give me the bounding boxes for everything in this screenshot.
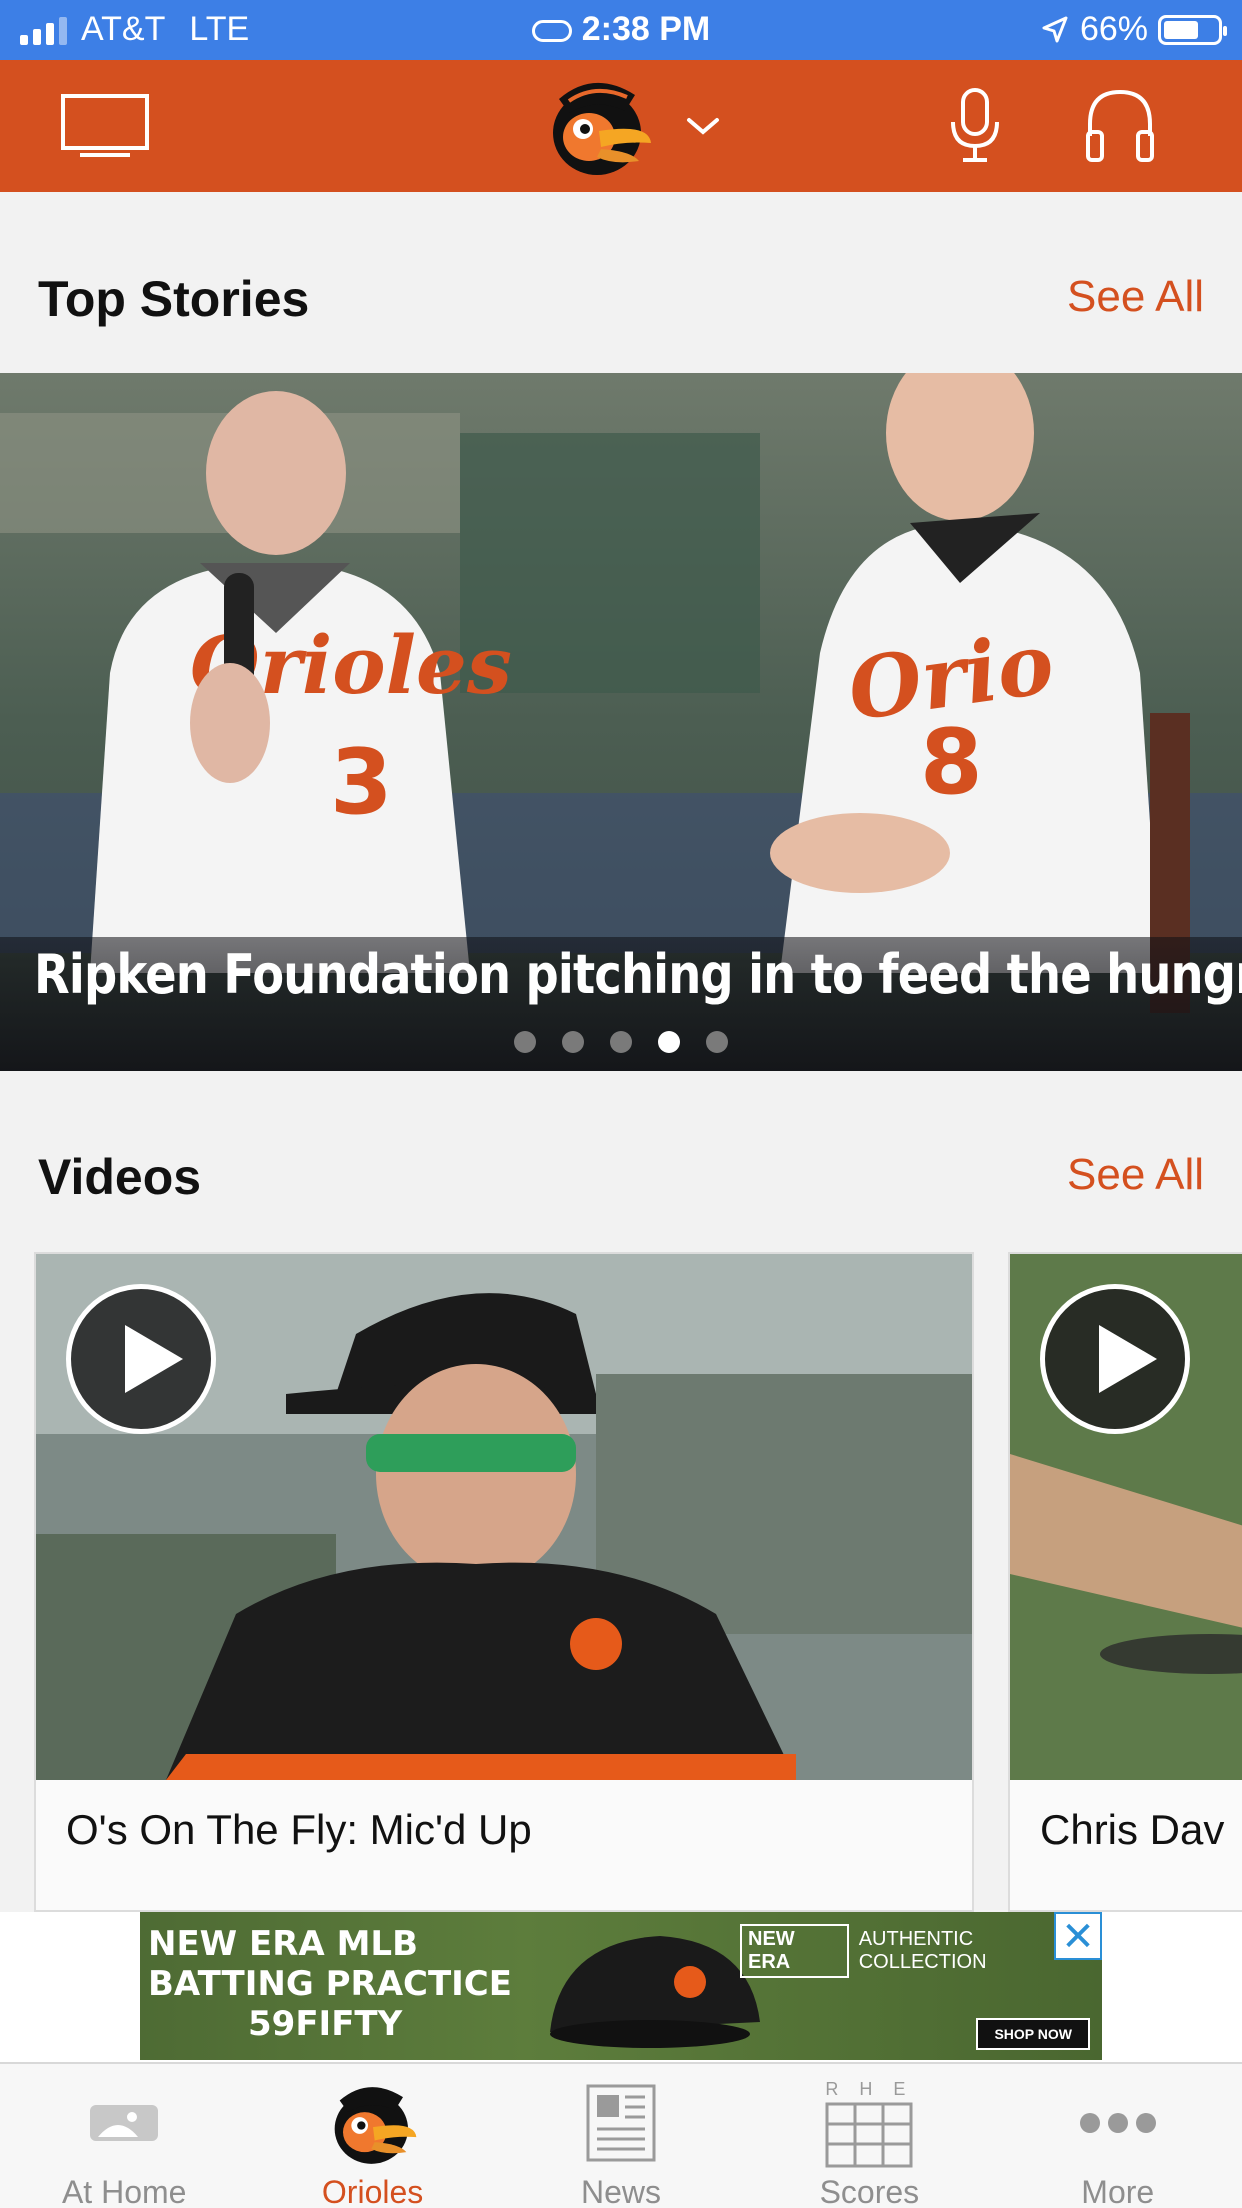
- ad-close-button[interactable]: ✕: [1054, 1912, 1102, 1960]
- status-bar: AT&T LTE 2:38 PM 66%: [0, 0, 1242, 60]
- team-selector[interactable]: [520, 60, 740, 192]
- video-thumbnail: [1010, 1254, 1242, 1780]
- videos-see-all-link[interactable]: See All: [1067, 1150, 1204, 1200]
- video-title: O's On The Fly: Mic'd Up: [66, 1806, 532, 1853]
- videos-title: Videos: [38, 1149, 202, 1205]
- tab-at-home[interactable]: At Home: [0, 2064, 248, 2208]
- ad-shop-now-button[interactable]: SHOP NOW: [976, 2018, 1090, 2050]
- status-right: 66%: [1040, 10, 1227, 49]
- ad-banner-container: NEW ERA MLB BATTING PRACTICE 59FIFTY NEW…: [0, 1912, 1242, 2062]
- ad-line-1: NEW ERA MLB: [148, 1924, 418, 1964]
- top-story-hero[interactable]: Orioles 3 Orio 8 Ripken Foundation pitch…: [0, 373, 1242, 1071]
- videos-header: Videos See All: [0, 1128, 1242, 1218]
- battery-fill: [1164, 20, 1199, 39]
- hero-caption: Ripken Foundation pitching in to feed th…: [0, 937, 1242, 1071]
- top-stories-header: Top Stories See All: [0, 250, 1242, 340]
- top-stories-see-all-link[interactable]: See All: [1067, 272, 1204, 322]
- tab-more[interactable]: More: [994, 2064, 1242, 2208]
- tab-orioles[interactable]: Orioles: [248, 2064, 496, 2208]
- ad-headline: NEW ERA MLB BATTING PRACTICE 59FIFTY: [148, 1924, 512, 2044]
- carousel-dot[interactable]: [658, 1031, 680, 1053]
- hero-headline: Ripken Foundation pitching in to feed th…: [34, 943, 1242, 1006]
- tab-news[interactable]: News: [497, 2064, 745, 2208]
- app-header: [0, 60, 1242, 192]
- tab-label: Scores: [819, 2174, 920, 2208]
- personal-hotspot-icon: [531, 20, 572, 43]
- carousel-dot[interactable]: [706, 1031, 728, 1053]
- carousel-dot[interactable]: [562, 1031, 584, 1053]
- scoreboard-rhe-label: R H E: [825, 2078, 914, 2099]
- ad-banner[interactable]: NEW ERA MLB BATTING PRACTICE 59FIFTY NEW…: [140, 1912, 1102, 2060]
- video-card[interactable]: Chris Dav: [1008, 1252, 1242, 1912]
- mlb-logo-icon: [0, 2078, 248, 2168]
- top-stories-title: Top Stories: [38, 271, 310, 327]
- tab-label: News: [580, 2174, 661, 2208]
- time-label: 2:38 PM: [581, 10, 711, 48]
- chevron-down-icon: [687, 118, 719, 135]
- tab-label: More: [1081, 2174, 1155, 2208]
- ad-line-3: 59FIFTY: [248, 2004, 403, 2044]
- tab-label: Orioles: [321, 2174, 424, 2208]
- scoreboard-icon: R H E: [745, 2078, 993, 2168]
- video-title: Chris Dav: [1040, 1806, 1225, 1853]
- video-thumbnail: [36, 1254, 972, 1780]
- video-card[interactable]: O's On The Fly: Mic'd Up: [34, 1252, 974, 1912]
- orioles-logo-icon: [248, 2078, 496, 2168]
- battery-icon: [1158, 14, 1227, 45]
- audio-button[interactable]: [1070, 60, 1170, 192]
- ad-line-2: BATTING PRACTICE: [148, 1964, 512, 2004]
- carousel-page-indicator[interactable]: [0, 1031, 1242, 1053]
- carousel-dot[interactable]: [514, 1031, 536, 1053]
- newspaper-icon: [497, 2078, 745, 2168]
- svg-text:3: 3: [330, 730, 393, 835]
- new-era-logo: NEW ERA: [740, 1924, 849, 1978]
- ad-brands: NEW ERA AUTHENTIC COLLECTION: [740, 1924, 1102, 1978]
- svg-text:8: 8: [920, 710, 983, 815]
- ad-cap-image: [550, 1936, 760, 2048]
- tab-bar: At Home Orioles News R H E Scores More: [0, 2062, 1242, 2208]
- location-arrow-icon: [1042, 16, 1068, 42]
- tv-button[interactable]: [40, 60, 170, 192]
- orioles-logo: [553, 82, 651, 175]
- play-icon[interactable]: [66, 1284, 216, 1434]
- voice-search-button[interactable]: [930, 60, 1020, 192]
- tab-label: At Home: [61, 2174, 187, 2208]
- tv-icon: [61, 94, 149, 157]
- play-icon[interactable]: [1040, 1284, 1190, 1434]
- microphone-icon: [951, 88, 999, 162]
- headphones-icon: [1086, 89, 1154, 162]
- more-dots-icon: [994, 2078, 1242, 2168]
- battery-percent: 66%: [1079, 10, 1148, 48]
- carousel-dot[interactable]: [610, 1031, 632, 1053]
- tab-scores[interactable]: R H E Scores: [745, 2064, 993, 2208]
